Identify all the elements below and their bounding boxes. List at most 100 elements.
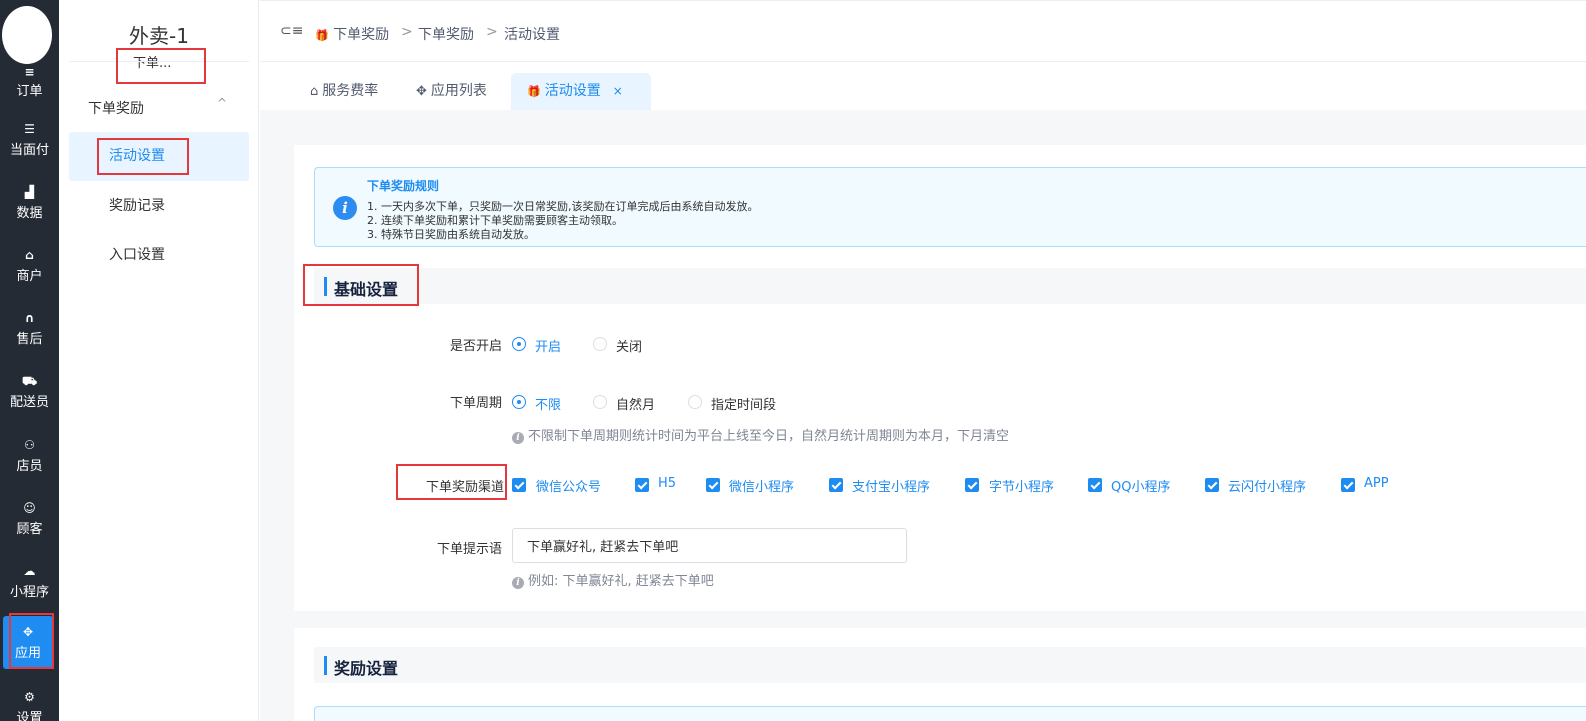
enable-off-radio[interactable] xyxy=(593,337,607,351)
channel-checkbox[interactable] xyxy=(829,478,843,492)
channel-checkbox[interactable] xyxy=(512,478,526,492)
tab-label: 应用列表 xyxy=(430,83,487,99)
enable-on-label[interactable]: 开启 xyxy=(535,336,561,355)
nav-staff[interactable]: ⚇ 店员 xyxy=(0,429,59,487)
basic-settings-header: 基础设置 xyxy=(314,268,1586,304)
notice-line: 3. 特殊节日奖励由系统自动发放。 xyxy=(367,228,535,241)
nav-staff-label: 店员 xyxy=(16,459,43,474)
cycle-period-label[interactable]: 指定时间段 xyxy=(711,394,776,413)
sidebar-item-reward-records[interactable]: 奖励记录 xyxy=(69,182,249,231)
channel-label[interactable]: 字节小程序 xyxy=(989,476,1054,495)
nav-settings[interactable]: ⚙ 设置 xyxy=(0,681,59,721)
nav-mini-program[interactable]: ☁ 小程序 xyxy=(0,555,59,613)
channel-label[interactable]: 微信公众号 xyxy=(536,476,601,495)
channel-label[interactable]: H5 xyxy=(658,476,676,491)
store-name: 外卖-1 xyxy=(129,24,189,48)
sidebar-divider xyxy=(69,61,249,62)
breadcrumb-item-2[interactable]: 下单奖励 xyxy=(418,24,474,44)
list-icon: ☰ xyxy=(24,122,35,136)
cycle-month-label[interactable]: 自然月 xyxy=(616,394,655,413)
tab-label: 活动设置 xyxy=(544,83,601,99)
tab-label: 服务费率 xyxy=(322,83,379,99)
basic-settings-title: 基础设置 xyxy=(334,280,399,299)
nav-customers[interactable]: ☺ 顾客 xyxy=(0,492,59,550)
close-icon[interactable]: × xyxy=(613,84,623,98)
cycle-period-radio[interactable] xyxy=(688,395,702,409)
nav-merchant[interactable]: ⌂ 商户 xyxy=(0,239,59,297)
nav-customers-label: 顾客 xyxy=(16,522,43,537)
cycle-hint-text: 不限制下单周期则统计时间为平台上线至今日，自然月统计周期则为本月，下月清空 xyxy=(528,429,1010,444)
channel-checkbox[interactable] xyxy=(1341,478,1355,492)
secondary-sidebar: 外卖-1 下单... 下单奖励 ^ 活动设置 奖励记录 入口设置 xyxy=(59,0,259,721)
nav-after-sales[interactable]: ∩ 售后 xyxy=(0,302,59,360)
users-icon: ⚇ xyxy=(24,438,35,452)
channel-checkbox[interactable] xyxy=(1088,478,1102,492)
cycle-label: 下单周期 xyxy=(449,396,502,411)
breadcrumb-separator: > xyxy=(401,24,413,40)
notice-title: 下单奖励规则 xyxy=(367,179,440,193)
cycle-unlimited-label[interactable]: 不限 xyxy=(535,394,561,413)
channel-label[interactable]: 云闪付小程序 xyxy=(1228,476,1306,495)
scooter-icon: ⛟ xyxy=(21,374,38,388)
tab-app-list[interactable]: ✥ 应用列表 xyxy=(400,73,503,110)
cycle-unlimited-radio[interactable] xyxy=(512,395,526,409)
user-circle-icon: ☺ xyxy=(23,501,36,515)
nav-courier[interactable]: ⛟ 配送员 xyxy=(0,365,59,423)
sidebar-group-order-reward[interactable]: 下单奖励 xyxy=(88,98,144,118)
nav-face-pay[interactable]: ☰ 当面付 xyxy=(0,113,59,171)
info-icon: i xyxy=(512,432,524,444)
cycle-hint: i 不限制下单周期则统计时间为平台上线至今日，自然月统计周期则为本月，下月清空 xyxy=(512,425,1009,444)
reward-notice xyxy=(314,706,1586,721)
gift-icon: 🎁 xyxy=(315,29,329,42)
page-tabs: ⌂ 服务费率 ✥ 应用列表 🎁 活动设置 × xyxy=(260,62,1586,110)
channel-checkbox[interactable] xyxy=(965,478,979,492)
channel-label[interactable]: 微信小程序 xyxy=(729,476,794,495)
sidebar-item-activity-settings[interactable]: 活动设置 xyxy=(69,132,249,181)
top-bar: ⊂≡ 🎁 下单奖励 > 下单奖励 > 活动设置 xyxy=(260,0,1586,62)
channel-checkbox[interactable] xyxy=(635,478,649,492)
nav-apps-label: 应用 xyxy=(14,646,41,661)
tip-hint: i 例如: 下单赢好礼, 赶紧去下单吧 xyxy=(512,570,714,589)
section-accent-bar xyxy=(324,277,327,296)
sidebar-item-entry-settings[interactable]: 入口设置 xyxy=(69,231,249,280)
channel-label[interactable]: APP xyxy=(1364,476,1389,491)
channel-label[interactable]: QQ小程序 xyxy=(1111,476,1170,495)
enable-on-radio[interactable] xyxy=(512,337,526,351)
apps-icon: ✥ xyxy=(22,625,34,639)
reward-settings-title: 奖励设置 xyxy=(334,659,399,678)
cycle-month-radio[interactable] xyxy=(593,395,607,409)
nav-after-sales-label: 售后 xyxy=(16,332,43,347)
channels-label: 下单奖励渠道 xyxy=(425,480,504,495)
info-icon: i xyxy=(333,196,357,220)
main-nav-rail: ≡ 订单 ☰ 当面付 ▟ 数据 ⌂ 商户 ∩ 售后 ⛟ 配送员 ⚇ 店员 ☺ 顾… xyxy=(0,0,59,721)
enable-off-label[interactable]: 关闭 xyxy=(616,336,642,355)
reward-settings-header: 奖励设置 xyxy=(314,647,1586,683)
breadcrumb-item-1[interactable]: 🎁 下单奖励 xyxy=(315,24,389,44)
tip-hint-text: 例如: 下单赢好礼, 赶紧去下单吧 xyxy=(528,574,714,589)
store-icon: ⌂ xyxy=(25,248,34,262)
nav-data[interactable]: ▟ 数据 xyxy=(0,176,59,234)
channel-checkbox[interactable] xyxy=(1205,478,1219,492)
user-settings-icon: ⚙ xyxy=(24,690,35,704)
channel-checkbox[interactable] xyxy=(706,478,720,492)
wechat-icon: ☁ xyxy=(23,564,36,578)
tab-activity-settings[interactable]: 🎁 活动设置 × xyxy=(511,73,651,110)
tab-service-fee[interactable]: ⌂ 服务费率 xyxy=(294,73,394,110)
breadcrumb-separator: > xyxy=(486,24,498,40)
nav-settings-label: 设置 xyxy=(16,711,43,721)
info-icon: i xyxy=(512,577,524,589)
tip-label: 下单提示语 xyxy=(436,542,502,557)
nav-data-label: 数据 xyxy=(16,206,43,221)
nav-orders[interactable]: ≡ 订单 xyxy=(0,56,59,114)
section-accent-bar xyxy=(324,656,327,675)
nav-apps[interactable]: ✥ 应用 xyxy=(3,616,53,669)
apps-icon: ✥ xyxy=(416,84,427,99)
menu-fold-icon[interactable]: ⊂≡ xyxy=(280,23,303,39)
channel-label[interactable]: 支付宝小程序 xyxy=(852,476,930,495)
nav-mini-program-label: 小程序 xyxy=(9,585,49,600)
enable-label: 是否开启 xyxy=(449,339,502,354)
rules-notice: i 下单奖励规则 1. 一天内多次下单，只奖励一次日常奖励,该奖励在订单完成后由… xyxy=(314,167,1586,247)
chevron-up-icon[interactable]: ^ xyxy=(217,96,227,110)
bar-chart-icon: ▟ xyxy=(24,185,35,199)
tip-input[interactable] xyxy=(512,528,907,563)
